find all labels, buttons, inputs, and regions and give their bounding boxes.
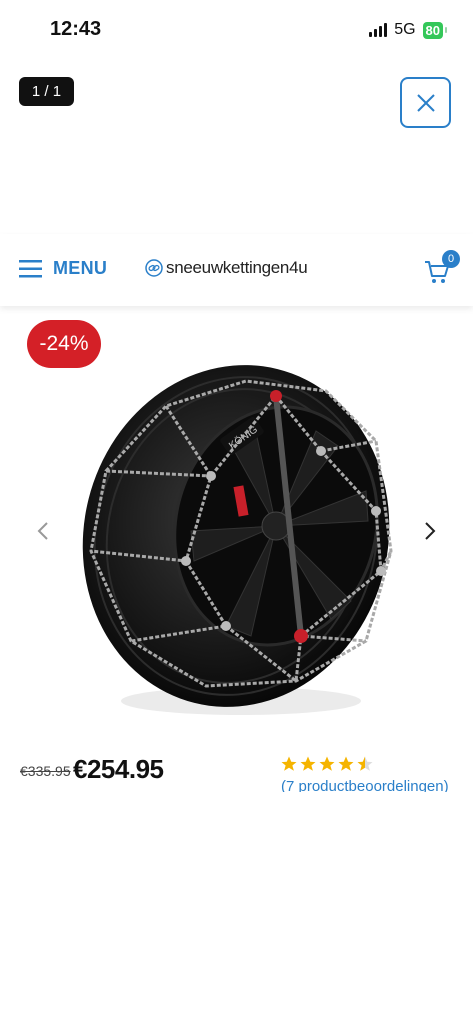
product-image-gallery: -24% KÖNIG: [0, 306, 473, 736]
chevron-right-icon: [425, 522, 436, 540]
status-indicators: 5G 80: [369, 21, 448, 39]
site-header: MENU sneeuwkettingen4u 0: [0, 234, 473, 306]
star-icon: [281, 756, 297, 771]
product-image: KÖNIG: [82, 365, 393, 715]
image-counter: 1 / 1: [19, 77, 74, 106]
battery-icon: 80: [422, 21, 448, 39]
cart-count-badge: 0: [442, 250, 460, 268]
reviews-link[interactable]: (7 productbeoordelingen): [281, 778, 459, 792]
signal-icon: [369, 23, 388, 37]
chain-link-icon: [145, 259, 163, 277]
rating-stars: [280, 755, 374, 773]
site-logo[interactable]: sneeuwkettingen4u: [145, 258, 308, 278]
next-image-button[interactable]: [420, 516, 440, 546]
menu-button[interactable]: MENU: [19, 258, 107, 279]
logo-text: sneeuwkettingen4u: [166, 258, 308, 277]
close-icon: [416, 93, 435, 112]
cart-button[interactable]: 0: [423, 250, 460, 286]
close-button[interactable]: [400, 77, 451, 128]
star-icon: [319, 756, 335, 771]
half-star-icon: [357, 756, 373, 771]
previous-image-button[interactable]: [33, 516, 53, 546]
chevron-left-icon: [37, 522, 48, 540]
menu-label: MENU: [53, 258, 108, 278]
current-price: €254.95: [73, 754, 164, 784]
star-icon: [338, 756, 354, 771]
hamburger-icon: [19, 259, 42, 277]
status-time: 12:43: [50, 18, 102, 40]
star-icon: [300, 756, 316, 771]
network-label: 5G: [394, 21, 416, 38]
old-price: €335.95: [20, 763, 71, 779]
